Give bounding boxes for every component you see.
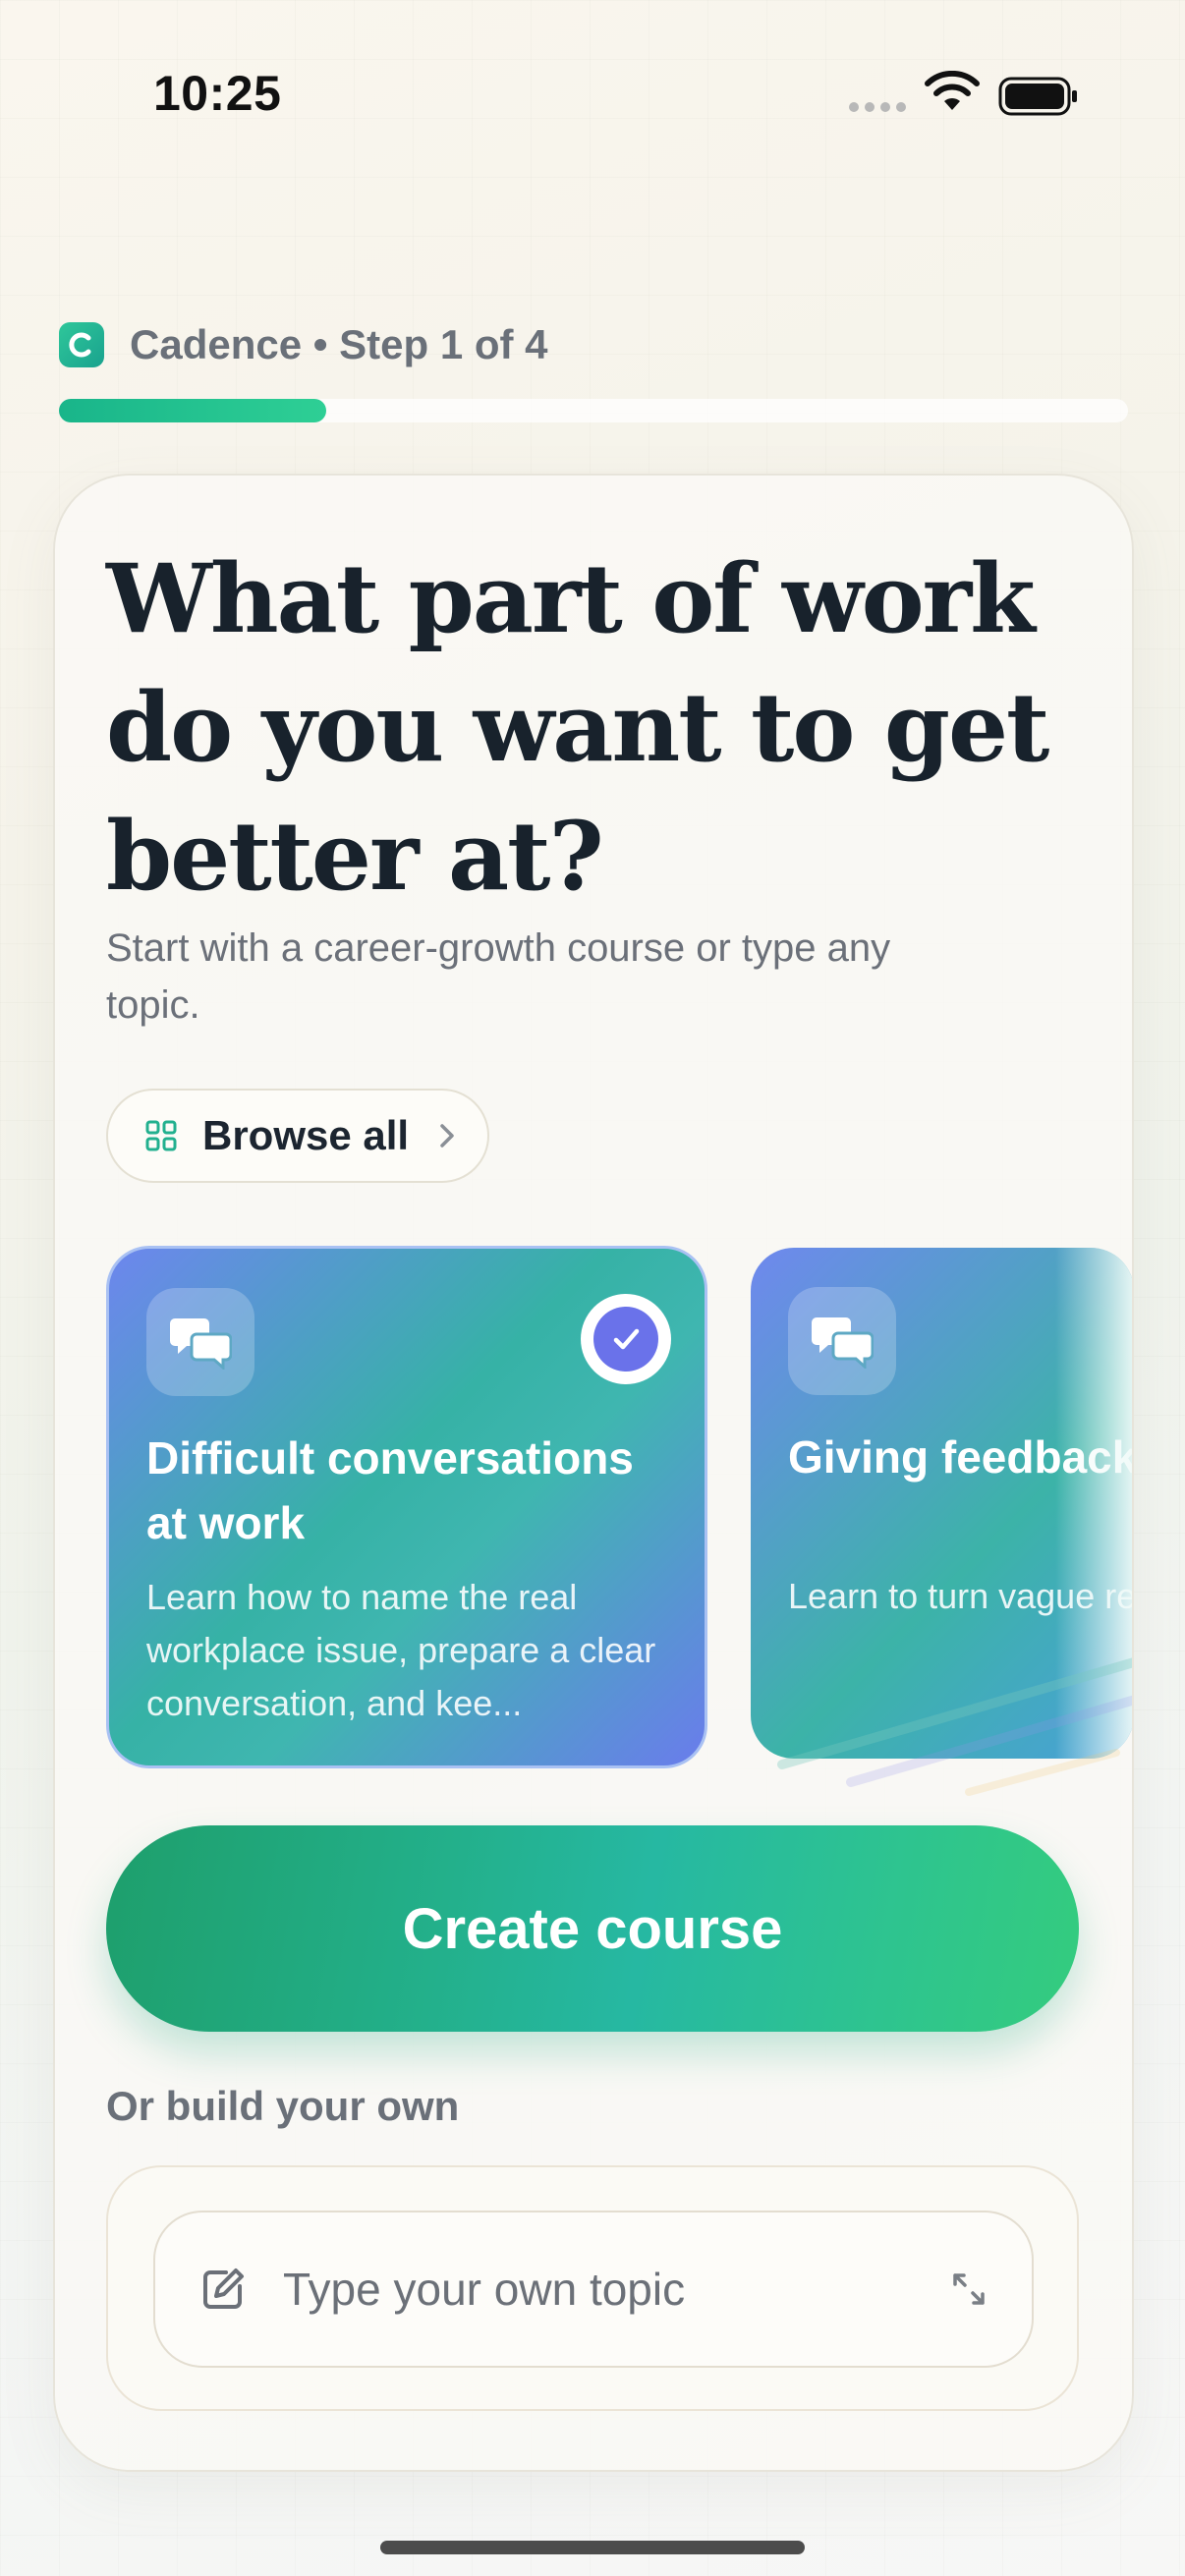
page-subtitle: Start with a career-growth course or typ… [106, 926, 891, 1027]
or-build-label: Or build your own [106, 2083, 460, 2129]
onboarding-card: What part of work do you want to get bet… [53, 474, 1134, 2472]
brand-step-row: Cadence • Step 1 of 4 [59, 320, 548, 369]
status-time: 10:25 [153, 66, 282, 121]
selected-check-icon [581, 1294, 671, 1384]
topic-input[interactable]: Type your own topic [153, 2211, 1034, 2368]
chat-bubbles-icon [788, 1287, 896, 1395]
course-carousel[interactable]: Difficult conversations at work Learn ho… [106, 1242, 1132, 1772]
cadence-logo-icon [59, 322, 104, 367]
step-progress-bar [59, 399, 1128, 422]
expand-icon[interactable] [949, 2269, 988, 2309]
edit-icon [203, 2268, 244, 2309]
step-progress-fill [59, 399, 326, 422]
chevron-right-icon [440, 1124, 454, 1148]
wifi-icon [925, 71, 980, 110]
page-title: What part of work do you want to get bet… [106, 543, 1049, 912]
status-bar: 10:25 [0, 0, 1185, 187]
step-indicator: Cadence • Step 1 of 4 [130, 321, 548, 367]
create-course-button[interactable]: Create course [106, 1825, 1079, 2032]
battery-icon [998, 77, 1077, 116]
grid-icon [145, 1120, 177, 1151]
browse-all-button[interactable]: Browse all [106, 1089, 489, 1183]
browse-all-label: Browse all [202, 1112, 410, 1158]
home-indicator[interactable] [380, 2541, 805, 2554]
chat-bubbles-icon [146, 1288, 254, 1396]
topic-input-placeholder: Type your own topic [283, 2264, 686, 2315]
custom-topic-panel: Type your own topic [106, 2165, 1079, 2411]
course-card-giving-feedback[interactable]: Giving feedback that lands Learn to turn… [751, 1248, 1132, 1759]
course-description: Learn to turn vague reactions into feedb… [788, 1576, 1132, 1616]
course-description: Learn how to name the real workplace iss… [146, 1577, 656, 1723]
cellular-signal-icon [849, 102, 906, 112]
course-card-difficult-conversations[interactable]: Difficult conversations at work Learn ho… [106, 1246, 707, 1768]
course-title: Difficult conversations at work [146, 1432, 634, 1548]
course-title: Giving feedback that lands [788, 1431, 1132, 1483]
